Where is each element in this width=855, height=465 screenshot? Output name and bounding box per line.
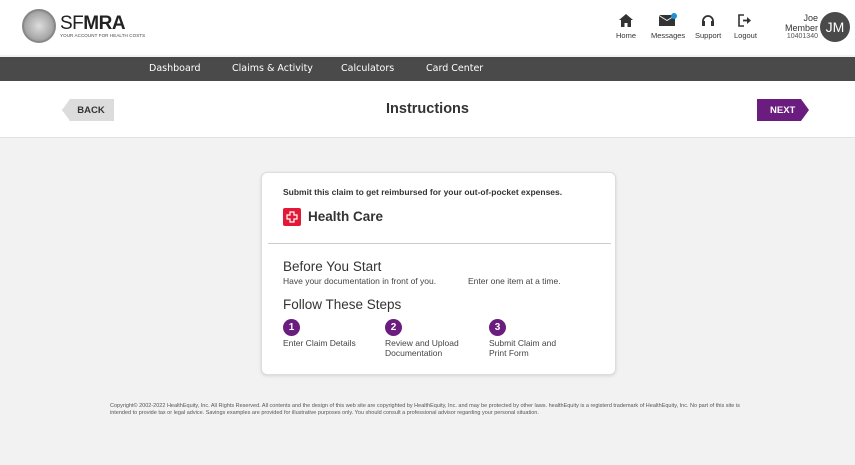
nav-claims-activity[interactable]: Claims & Activity	[232, 63, 313, 74]
step-number: 2	[385, 319, 402, 336]
city-seal-icon	[22, 9, 56, 43]
logout-icon	[738, 12, 752, 28]
step-3: 3 Submit Claim and Print Form	[489, 319, 556, 358]
step-label: Submit Claim and Print Form	[489, 338, 557, 358]
instructions-card: Submit this claim to get reimbursed for …	[261, 172, 616, 375]
health-care-cross-icon	[283, 208, 301, 226]
step-1: 1 Enter Claim Details	[283, 319, 356, 348]
main-navigation: Dashboard Claims & Activity Calculators …	[0, 57, 855, 81]
top-header: SFMRA YOUR ACCOUNT FOR HEALTH COSTS Home…	[0, 0, 855, 55]
step-2: 2 Review and Upload Documentation	[385, 319, 459, 358]
home-icon	[619, 12, 633, 28]
next-button[interactable]: NEXT	[757, 99, 809, 121]
nav-messages[interactable]: Messages	[651, 12, 685, 40]
follow-steps-heading: Follow These Steps	[283, 297, 402, 312]
nav-logout[interactable]: Logout	[734, 12, 757, 40]
sfmra-logo[interactable]: SFMRA YOUR ACCOUNT FOR HEALTH COSTS	[22, 9, 145, 43]
user-info[interactable]: Joe Member 10401340	[770, 13, 818, 40]
nav-home[interactable]: Home	[616, 12, 636, 40]
user-name: Joe Member	[784, 13, 818, 33]
claim-category: Health Care	[308, 209, 384, 224]
step-number: 1	[283, 319, 300, 336]
claim-intro-text: Submit this claim to get reimbursed for …	[283, 187, 563, 197]
divider	[268, 243, 611, 244]
nav-card-center[interactable]: Card Center	[426, 63, 483, 74]
nav-support[interactable]: Support	[695, 12, 721, 40]
messages-icon	[659, 12, 678, 28]
copyright-footer: Copyright© 2002-2022 HealthEquity, Inc. …	[110, 403, 740, 416]
nav-dashboard[interactable]: Dashboard	[149, 63, 201, 74]
member-id: 10401340	[786, 33, 818, 40]
title-bar: BACK Instructions NEXT	[0, 81, 855, 138]
before-note-documentation: Have your documentation in front of you.	[283, 276, 437, 286]
page-title: Instructions	[386, 101, 469, 117]
brand-tagline: YOUR ACCOUNT FOR HEALTH COSTS	[60, 32, 146, 38]
step-number: 3	[489, 319, 506, 336]
avatar[interactable]: JM	[820, 12, 850, 42]
step-label: Review and Upload Documentation	[385, 338, 459, 358]
step-label: Enter Claim Details	[283, 338, 356, 348]
nav-calculators[interactable]: Calculators	[341, 63, 394, 74]
brand-name: SFMRA	[60, 12, 126, 34]
headset-icon	[701, 12, 715, 28]
before-you-start-heading: Before You Start	[283, 259, 382, 274]
before-note-one-item: Enter one item at a time.	[468, 276, 561, 286]
